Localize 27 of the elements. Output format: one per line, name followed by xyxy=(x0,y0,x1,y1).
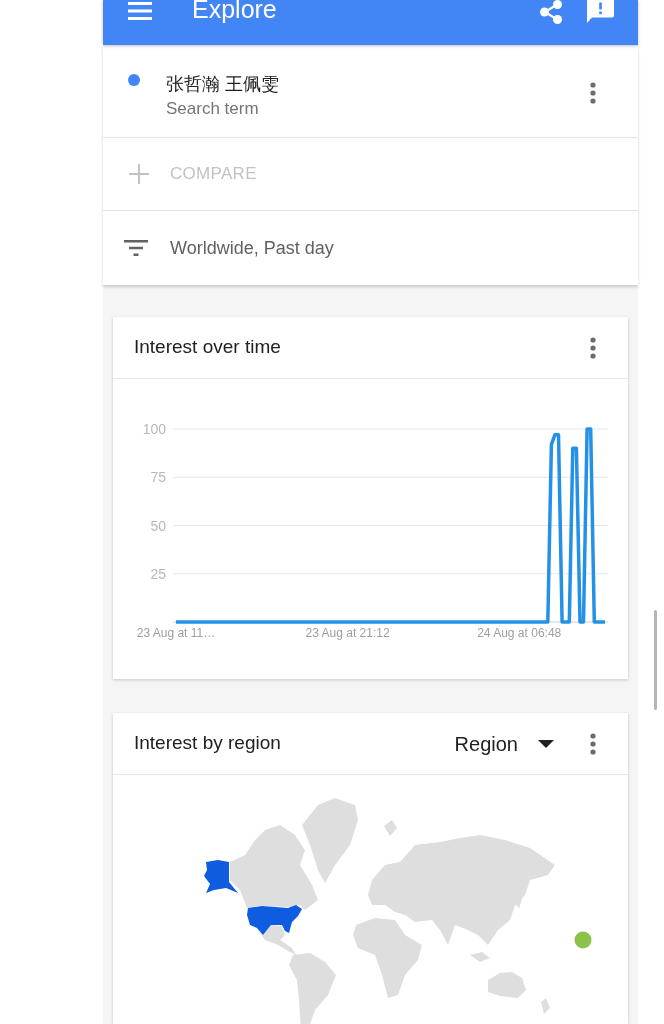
highlighted-region xyxy=(204,860,238,893)
caret-icon xyxy=(538,739,554,748)
search-term-caption: Search term xyxy=(166,98,260,120)
menu-icon[interactable] xyxy=(128,2,152,21)
x-axis-label: 23 Aug at 21:12 xyxy=(305,626,390,640)
more-options-icon[interactable] xyxy=(590,732,596,755)
app-bar-title: Explore xyxy=(192,0,277,22)
feedback-icon[interactable] xyxy=(587,0,614,23)
more-options-icon[interactable] xyxy=(590,82,596,104)
share-icon[interactable] xyxy=(540,0,563,24)
y-axis-label: 25 xyxy=(150,565,166,582)
scrollbar-thumb[interactable] xyxy=(654,610,657,710)
more-options-icon[interactable] xyxy=(590,336,596,359)
search-term-text: 张哲瀚 王佩雯 xyxy=(166,73,279,96)
map-marker-icon xyxy=(574,931,592,949)
filter-icon xyxy=(124,240,148,256)
y-axis-label: 50 xyxy=(150,517,166,534)
y-axis-label: 100 xyxy=(142,421,166,437)
y-axis-label: 75 xyxy=(150,469,166,486)
x-axis-label: 24 Aug at 06:48 xyxy=(477,626,562,640)
highlighted-region xyxy=(247,905,302,935)
filter-button[interactable]: Worldwide, Past day xyxy=(124,234,334,262)
region-dropdown[interactable]: Region xyxy=(454,728,554,759)
x-axis-label: 23 Aug at 11… xyxy=(136,626,216,640)
card-title: Interest by region xyxy=(134,731,281,756)
card-title: Interest over time xyxy=(134,335,281,360)
plus-icon xyxy=(129,164,149,184)
